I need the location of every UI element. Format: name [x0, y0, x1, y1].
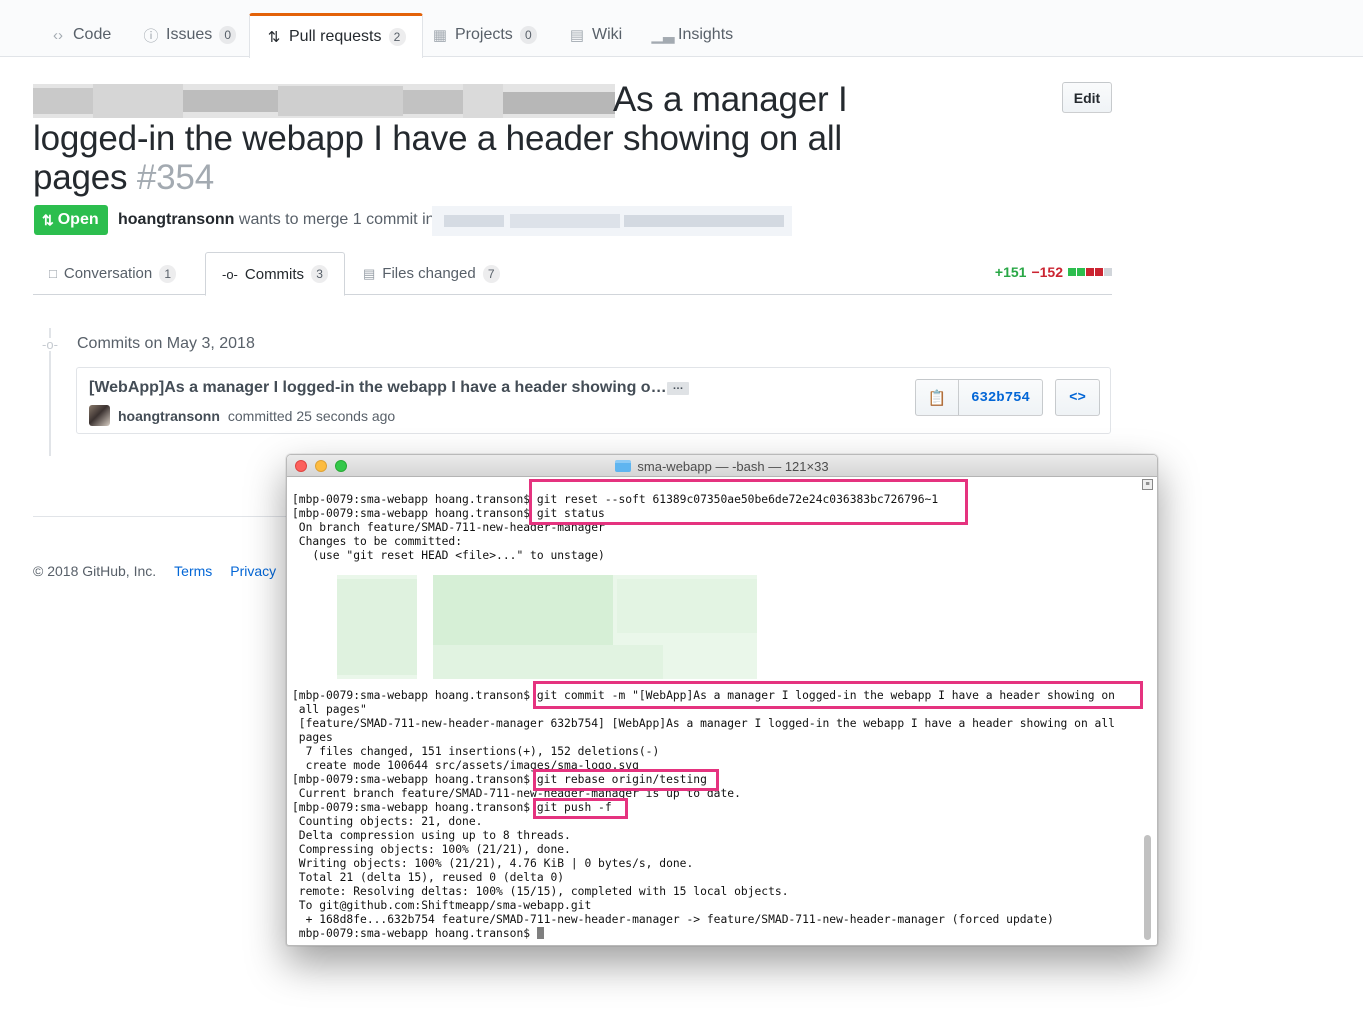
diffstat: +151 −152 [995, 264, 1112, 280]
tab-commits-label: Commits [244, 265, 305, 283]
pull-requests-counter: 2 [388, 28, 406, 46]
copy-sha-button[interactable]: 📋 [916, 380, 959, 415]
terminal-title-text: sma-webapp — -bash — 121×33 [637, 458, 829, 474]
reponav-wiki[interactable]: ▤ Wiki [553, 13, 638, 57]
pr-title-line-3: pages [33, 158, 128, 197]
tab-files-changed-label: Files changed [382, 265, 476, 282]
commit-title-link[interactable]: [WebApp]As a manager I logged-in the web… [89, 379, 667, 397]
project-icon: ▦ [432, 27, 448, 44]
terminal-line: remote: Resolving deltas: 100% (15/15), … [292, 885, 789, 898]
highlight-rebase [533, 769, 719, 791]
footer: © 2018 GitHub, Inc. Terms Privacy [33, 563, 276, 579]
redacted-branch-name [432, 206, 792, 236]
status-badge-label: Open [57, 211, 99, 228]
diffstat-additions: +151 [994, 264, 1027, 280]
commit-author-link[interactable]: hoangtransonn [118, 408, 220, 424]
pr-number: #354 [136, 158, 214, 197]
terminal-line: Delta compression using up to 8 threads. [292, 829, 571, 842]
browse-repo-button[interactable]: <> [1055, 379, 1100, 416]
terminal-line: + 168d8fe...632b754 feature/SMAD-711-new… [292, 913, 1054, 926]
scroll-menu-button[interactable]: ≡ [1142, 479, 1153, 490]
terminal-line: [feature/SMAD-711-new-header-manager 632… [292, 717, 1115, 730]
commits-counter: 3 [311, 265, 329, 283]
terminal-title: sma-webapp — -bash — 121×33 [287, 455, 1157, 477]
tab-conversation-label: Conversation [63, 265, 153, 282]
clipboard-icon: 📋 [927, 389, 947, 407]
terminal-line: Compressing objects: 100% (21/21), done. [292, 843, 571, 856]
folder-icon [615, 460, 632, 472]
pr-author-link[interactable]: hoangtransonn [118, 211, 234, 228]
commit-icon: -o- [42, 337, 58, 352]
terminal-titlebar[interactable]: sma-webapp — -bash — 121×33 [287, 455, 1157, 477]
footer-copyright: © 2018 GitHub, Inc. [33, 563, 157, 579]
reponav-code[interactable]: ‹› Code [34, 13, 127, 57]
code-icon: ‹› [53, 26, 63, 44]
reponav-pull-requests-label: Pull requests [289, 28, 382, 45]
terminal-line: 7 files changed, 151 insertions(+), 152 … [292, 745, 660, 758]
repo-nav: ‹› Code ⓘ Issues 0 ⇅ Pull requests 2 ▦ P… [0, 0, 1363, 58]
files-changed-counter: 7 [482, 264, 500, 283]
pr-tabs: □ Conversation 1 -o- Commits 3 ▤ Files c… [33, 252, 1112, 296]
highlight-commit [533, 681, 1143, 709]
reponav-projects[interactable]: ▦ Projects 0 [416, 13, 553, 57]
edit-button[interactable]: Edit [1062, 82, 1112, 113]
conversation-counter: 1 [159, 264, 177, 283]
diffstat-bar [1068, 268, 1112, 276]
graph-icon: ▁▃ [651, 27, 675, 44]
commit-time: committed 25 seconds ago [227, 407, 396, 424]
pull-request-icon: ⇅ [267, 29, 281, 46]
expand-message-button[interactable]: … [667, 381, 689, 395]
terminal-cursor [536, 927, 544, 939]
avatar[interactable] [89, 405, 110, 426]
terminal-line: Total 21 (delta 15), reused 0 (delta 0) [292, 871, 565, 884]
terminal-output[interactable]: [mbp-0079:sma-webapp hoang.transon$ git … [292, 493, 1142, 941]
merge-description: hoangtransonn wants to merge 1 commit in… [118, 211, 448, 229]
issues-counter: 0 [219, 26, 237, 44]
terminal-line: [mbp-0079:sma-webapp hoang.transon$ git … [292, 801, 612, 814]
reponav-issues[interactable]: ⓘ Issues 0 [127, 13, 252, 57]
commit-meta: hoangtransonn committed 25 seconds ago [89, 405, 395, 426]
terminal-line: Counting objects: 21, done. [292, 815, 483, 828]
footer-terms-link[interactable]: Terms [174, 563, 212, 579]
commits-date-heading: Commits on May 3, 2018 [77, 335, 255, 352]
pr-title: As a manager I logged-in the webapp I ha… [33, 80, 873, 197]
pr-title-line-1: As a manager I [613, 80, 848, 119]
comment-icon: □ [49, 266, 57, 281]
terminal-line: Changes to be committed: [292, 535, 463, 548]
footer-privacy-link[interactable]: Privacy [230, 563, 276, 579]
pull-request-icon: ⇅ [42, 211, 54, 228]
sha-button-group: 📋 632b754 [915, 379, 1043, 416]
reponav-code-label: Code [73, 26, 112, 43]
terminal-line: To git@github.com:Shiftmeapp/sma-webapp.… [292, 899, 592, 912]
redacted-staged-files [337, 575, 757, 679]
tab-conversation[interactable]: □ Conversation 1 [33, 252, 192, 295]
reponav-pull-requests[interactable]: ⇅ Pull requests 2 [249, 13, 423, 58]
tab-commits[interactable]: -o- Commits 3 [205, 252, 346, 296]
merge-text: wants to merge 1 commit into [238, 211, 448, 228]
reponav-wiki-label: Wiki [592, 26, 623, 43]
highlight-push [533, 798, 628, 819]
reponav-issues-label: Issues [166, 26, 213, 43]
tab-files-changed[interactable]: ▤ Files changed 7 [347, 252, 516, 295]
commit-sha-link[interactable]: 632b754 [959, 380, 1042, 415]
terminal-line: pages [292, 731, 333, 744]
terminal-line: (use "git reset HEAD <file>..." to unsta… [292, 549, 605, 562]
book-icon: ▤ [569, 27, 585, 44]
terminal-prompt-line: mbp-0079:sma-webapp hoang.transon$ [292, 927, 537, 940]
scrollbar[interactable] [1144, 835, 1151, 940]
diffstat-deletions: −152 [1031, 264, 1063, 280]
reponav-projects-label: Projects [455, 26, 513, 43]
issue-icon: ⓘ [143, 27, 159, 45]
projects-counter: 0 [519, 26, 537, 44]
commit-item: [WebApp]As a manager I logged-in the web… [76, 367, 1111, 434]
terminal-window: sma-webapp — -bash — 121×33 [mbp-0079:sm… [286, 454, 1158, 946]
pr-title-line-2: logged-in the webapp I have a header sho… [33, 119, 843, 158]
reponav-insights[interactable]: ▁▃ Insights [639, 13, 749, 57]
diff-icon: ▤ [363, 265, 376, 281]
reponav-insights-label: Insights [678, 26, 734, 43]
status-badge: ⇅ Open [34, 205, 108, 235]
highlight-reset-status [529, 479, 968, 525]
commit-icon: -o- [222, 266, 238, 282]
terminal-line: Writing objects: 100% (21/21), 4.76 KiB … [292, 857, 694, 870]
